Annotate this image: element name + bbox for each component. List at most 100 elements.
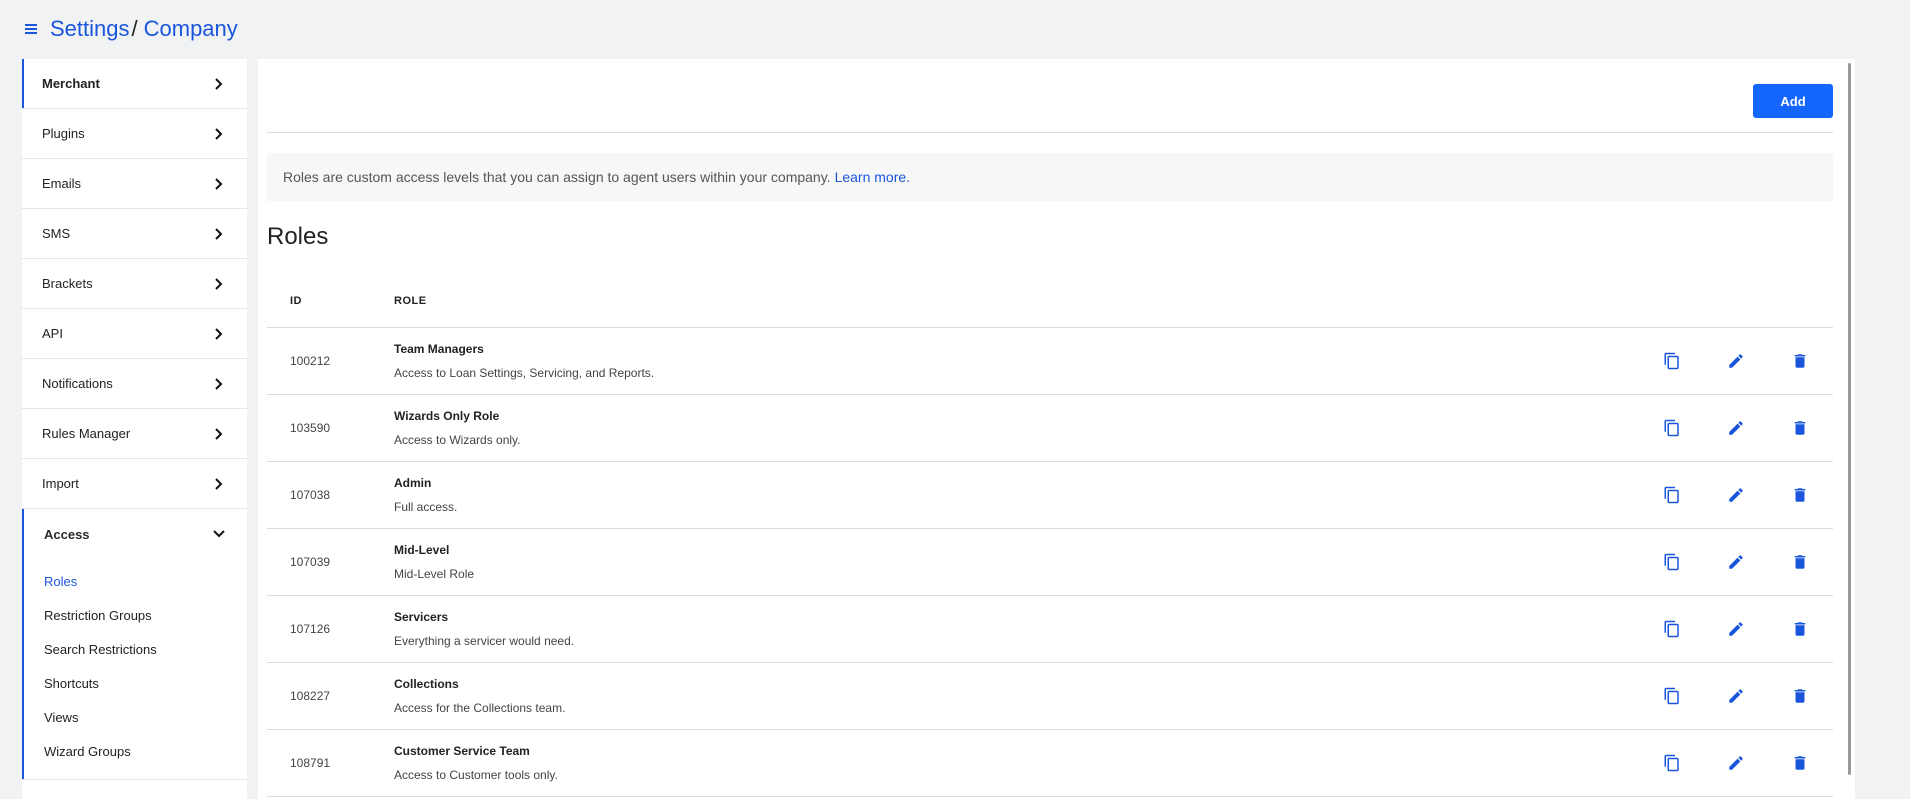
- submenu-item-views[interactable]: Views: [22, 701, 247, 735]
- role-description: Access for the Collections team.: [394, 701, 566, 715]
- divider: [267, 132, 1833, 133]
- role-cell: Collections Access for the Collections t…: [394, 677, 1663, 715]
- copy-icon[interactable]: [1663, 620, 1681, 638]
- row-actions: [1663, 620, 1833, 638]
- role-id: 103590: [290, 421, 331, 435]
- learn-more-link[interactable]: Learn more.: [835, 169, 910, 185]
- delete-icon[interactable]: [1791, 754, 1809, 772]
- role-id: 107038: [290, 488, 331, 502]
- sidebar-item-label: Import: [42, 476, 79, 491]
- role-cell: Team Managers Access to Loan Settings, S…: [394, 342, 1663, 380]
- edit-icon[interactable]: [1727, 486, 1745, 504]
- delete-icon[interactable]: [1791, 553, 1809, 571]
- role-name: Team Managers: [394, 342, 484, 356]
- table-row[interactable]: 100212 Team Managers Access to Loan Sett…: [267, 328, 1833, 395]
- submenu-item-search-restrictions[interactable]: Search Restrictions: [22, 633, 247, 667]
- role-description: Access to Customer tools only.: [394, 768, 558, 782]
- table-row[interactable]: 107038 Admin Full access.: [267, 462, 1833, 529]
- sidebar-item-label: Rules Manager: [42, 426, 131, 441]
- submenu-item-wizard-groups[interactable]: Wizard Groups: [22, 735, 247, 769]
- breadcrumb-settings[interactable]: Settings: [50, 16, 130, 42]
- sidebar-item-notifications[interactable]: Notifications: [22, 359, 247, 409]
- info-text: Roles are custom access levels that you …: [283, 169, 831, 185]
- role-id: 108227: [290, 689, 331, 703]
- role-name: Admin: [394, 476, 432, 490]
- table-header: ID ROLE: [267, 274, 1833, 328]
- copy-icon[interactable]: [1663, 754, 1681, 772]
- role-description: Access to Loan Settings, Servicing, and …: [394, 366, 655, 380]
- role-name: Wizards Only Role: [394, 409, 500, 423]
- submenu-item-shortcuts[interactable]: Shortcuts: [22, 667, 247, 701]
- delete-icon[interactable]: [1791, 687, 1809, 705]
- edit-icon[interactable]: [1727, 687, 1745, 705]
- header-bar: Settings / Company: [24, 14, 238, 44]
- copy-icon[interactable]: [1663, 687, 1681, 705]
- sidebar-item-emails[interactable]: Emails: [22, 159, 247, 209]
- edit-icon[interactable]: [1727, 419, 1745, 437]
- sidebar-item-access[interactable]: Access: [22, 509, 247, 559]
- sidebar-item-label: Notifications: [42, 376, 113, 391]
- role-name: Collections: [394, 677, 459, 691]
- sidebar-item-brackets[interactable]: Brackets: [22, 259, 247, 309]
- row-actions: [1663, 754, 1833, 772]
- row-actions: [1663, 419, 1833, 437]
- chevron-right-icon: [213, 327, 225, 340]
- copy-icon[interactable]: [1663, 352, 1681, 370]
- chevron-right-icon: [213, 177, 225, 190]
- sidebar-item-plugins[interactable]: Plugins: [22, 109, 247, 159]
- submenu-item-roles[interactable]: Roles: [22, 565, 247, 599]
- sidebar-item-label: SMS: [42, 226, 71, 241]
- role-cell: Admin Full access.: [394, 476, 1663, 514]
- row-actions: [1663, 687, 1833, 705]
- sidebar-item-sms[interactable]: SMS: [22, 209, 247, 259]
- table-row[interactable]: 108791 Customer Service Team Access to C…: [267, 730, 1833, 797]
- role-cell: Mid-Level Mid-Level Role: [394, 543, 1663, 581]
- role-description: Mid-Level Role: [394, 567, 475, 581]
- role-cell: Customer Service Team Access to Customer…: [394, 744, 1663, 782]
- breadcrumb-separator: /: [131, 16, 138, 41]
- chevron-right-icon: [213, 427, 225, 440]
- sidebar-item-label: Access: [44, 526, 90, 542]
- delete-icon[interactable]: [1791, 419, 1809, 437]
- edit-icon[interactable]: [1727, 754, 1745, 772]
- table-row[interactable]: 107126 Servicers Everything a servicer w…: [267, 596, 1833, 663]
- edit-icon[interactable]: [1727, 620, 1745, 638]
- add-role-button[interactable]: Add: [1753, 84, 1833, 118]
- row-actions: [1663, 352, 1833, 370]
- table-row[interactable]: 107039 Mid-Level Mid-Level Role: [267, 529, 1833, 596]
- row-actions: [1663, 486, 1833, 504]
- sidebar-item-label: Emails: [42, 176, 82, 191]
- copy-icon[interactable]: [1663, 486, 1681, 504]
- sidebar-item-merchant[interactable]: Merchant: [22, 59, 247, 109]
- roles-table: ID ROLE 100212 Team Managers Access to L…: [267, 274, 1833, 797]
- sidebar-item-rules-manager[interactable]: Rules Manager: [22, 409, 247, 459]
- table-row[interactable]: 103590 Wizards Only Role Access to Wizar…: [267, 395, 1833, 462]
- role-description: Everything a servicer would need.: [394, 634, 575, 648]
- info-banner: Roles are custom access levels that you …: [267, 153, 1833, 201]
- copy-icon[interactable]: [1663, 419, 1681, 437]
- vertical-scrollbar[interactable]: [1848, 63, 1851, 775]
- column-header-id: ID: [290, 294, 302, 307]
- breadcrumb-company[interactable]: Company: [144, 16, 238, 42]
- edit-icon[interactable]: [1727, 553, 1745, 571]
- submenu-item-restriction-groups[interactable]: Restriction Groups: [22, 599, 247, 633]
- column-header-role: ROLE: [394, 294, 427, 307]
- delete-icon[interactable]: [1791, 620, 1809, 638]
- main-panel: Add Roles are custom access levels that …: [258, 59, 1855, 799]
- role-id: 107039: [290, 555, 331, 569]
- copy-icon[interactable]: [1663, 553, 1681, 571]
- role-cell: Wizards Only Role Access to Wizards only…: [394, 409, 1663, 447]
- row-actions: [1663, 553, 1833, 571]
- chevron-right-icon: [213, 227, 225, 240]
- sidebar-item-import[interactable]: Import: [22, 459, 247, 509]
- edit-icon[interactable]: [1727, 352, 1745, 370]
- delete-icon[interactable]: [1791, 352, 1809, 370]
- sidebar-item-label: Merchant: [42, 76, 100, 91]
- table-row[interactable]: 108227 Collections Access for the Collec…: [267, 663, 1833, 730]
- chevron-right-icon: [213, 77, 225, 90]
- delete-icon[interactable]: [1791, 486, 1809, 504]
- hamburger-menu-icon[interactable]: [24, 22, 38, 36]
- role-cell: Servicers Everything a servicer would ne…: [394, 610, 1663, 648]
- chevron-right-icon: [213, 377, 225, 390]
- sidebar-item-api[interactable]: API: [22, 309, 247, 359]
